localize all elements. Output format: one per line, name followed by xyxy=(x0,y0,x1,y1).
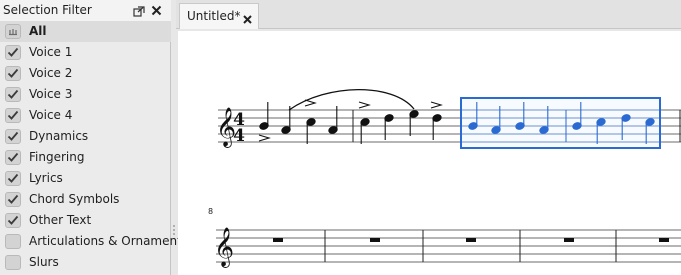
checkbox[interactable] xyxy=(5,234,21,249)
filter-label: Articulations & Ornaments xyxy=(29,234,189,248)
splitter-handle[interactable] xyxy=(172,221,176,235)
filter-label: Voice 1 xyxy=(29,45,73,59)
checkbox[interactable] xyxy=(5,87,21,102)
filter-item[interactable]: All xyxy=(0,21,171,42)
checkbox[interactable] xyxy=(5,129,21,144)
measure-number: 8 xyxy=(208,207,213,216)
selection-filter-panel: Selection Filter All Voice 1 Voice 2 Voice … xyxy=(0,0,188,275)
filter-item[interactable]: Voice 4 xyxy=(0,105,171,126)
filter-label: Voice 3 xyxy=(29,87,73,101)
checkbox[interactable] xyxy=(5,213,21,228)
time-signature-bottom: 4 xyxy=(233,126,245,146)
filter-label: Voice 4 xyxy=(29,108,73,122)
filter-label: Fingering xyxy=(29,150,85,164)
filter-label: Voice 2 xyxy=(29,66,73,80)
filter-item[interactable]: Dynamics xyxy=(0,126,171,147)
selection-box[interactable] xyxy=(460,97,661,149)
document-tab-bar: Untitled* xyxy=(176,0,681,29)
checkbox[interactable] xyxy=(5,171,21,186)
checkbox[interactable] xyxy=(5,192,21,207)
filter-item[interactable]: Voice 2 xyxy=(0,63,171,84)
filter-label: Other Text xyxy=(29,213,92,227)
checkbox[interactable] xyxy=(5,108,21,123)
filter-item[interactable]: Voice 1 xyxy=(0,42,171,63)
checkbox[interactable] xyxy=(5,255,21,270)
filter-item[interactable]: Voice 3 xyxy=(0,84,171,105)
filter-label: Dynamics xyxy=(29,129,89,143)
slur[interactable] xyxy=(288,89,415,111)
treble-clef-icon: 𝄞 xyxy=(214,227,234,268)
panel-header: Selection Filter xyxy=(0,0,171,21)
tab-untitled[interactable]: Untitled* xyxy=(179,3,259,29)
filter-label: Slurs xyxy=(29,255,59,269)
filter-label: Chord Symbols xyxy=(29,192,120,206)
filter-label: All xyxy=(29,24,47,38)
close-icon[interactable] xyxy=(150,2,163,16)
whole-rests[interactable] xyxy=(273,238,669,242)
measure-2-notes[interactable] xyxy=(360,110,442,144)
tab-label: Untitled* xyxy=(187,9,241,23)
checkbox[interactable] xyxy=(5,66,21,81)
filter-item[interactable]: Lyrics xyxy=(0,168,171,189)
staff-system-2: 8 𝄞 xyxy=(208,207,681,268)
filter-item[interactable]: Slurs xyxy=(0,252,171,273)
partial-checkbox[interactable] xyxy=(5,24,21,39)
checkbox[interactable] xyxy=(5,45,21,60)
filter-item[interactable]: Articulations & Ornaments xyxy=(0,231,188,252)
filter-item[interactable]: Other Text xyxy=(0,210,171,231)
checkbox[interactable] xyxy=(5,150,21,165)
score-canvas[interactable]: 𝄞 4 4 8 𝄞 xyxy=(178,31,681,275)
filter-label: Lyrics xyxy=(29,171,63,185)
close-icon[interactable] xyxy=(242,10,253,24)
float-window-icon[interactable] xyxy=(133,3,145,17)
staff-system-1: 𝄞 4 4 xyxy=(216,89,681,149)
accents xyxy=(258,99,443,142)
filter-list: All Voice 1 Voice 2 Voice 3 Voice 4 Dynamics F… xyxy=(0,21,188,273)
panel-title: Selection Filter xyxy=(3,3,92,17)
staff-lines-2 xyxy=(216,229,681,263)
filter-item[interactable]: Chord Symbols xyxy=(0,189,171,210)
measure-1-notes[interactable] xyxy=(259,102,338,144)
filter-item[interactable]: Fingering xyxy=(0,147,171,168)
